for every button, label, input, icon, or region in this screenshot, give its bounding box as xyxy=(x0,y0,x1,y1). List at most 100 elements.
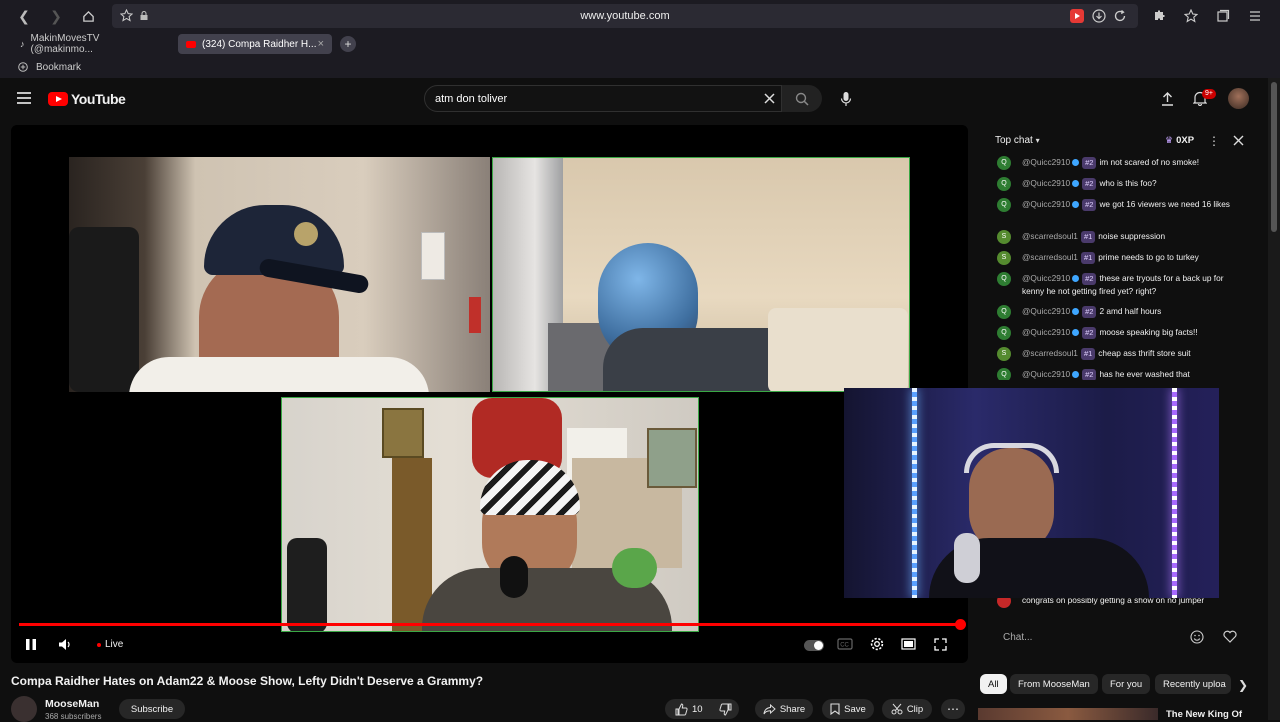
chat-message-body: @Quicc2910 #2 these are tryouts for a back… xyxy=(1022,272,1247,297)
chat-message-body: @Quicc2910 #2 has he ever washed that xyxy=(1022,368,1247,380)
search-icon xyxy=(795,92,809,106)
home-icon[interactable] xyxy=(76,4,100,28)
heart-icon[interactable] xyxy=(1223,630,1237,643)
chat-message-text: we got 16 viewers we need 16 likes xyxy=(1099,199,1230,209)
miniplayer-icon[interactable] xyxy=(901,638,916,650)
chat-author[interactable]: @Quicc2910 xyxy=(1022,178,1070,188)
chat-author[interactable]: @scarredsoul1 xyxy=(1022,231,1078,241)
autoplay-toggle[interactable] xyxy=(804,640,824,651)
webcam-feed-guest-2 xyxy=(492,157,910,392)
bookmark-label[interactable]: Bookmark xyxy=(36,62,81,73)
channel-avatar[interactable] xyxy=(11,696,37,722)
back-icon[interactable]: ❮ xyxy=(12,4,36,28)
recommended-thumbnail[interactable] xyxy=(978,708,1158,720)
add-bookmark-icon[interactable] xyxy=(18,62,28,72)
new-tab-icon[interactable]: + xyxy=(340,36,356,52)
chat-message[interactable]: S @scarredsoul1 #1 noise suppression xyxy=(997,230,1247,244)
more-actions-icon[interactable]: ⋯ xyxy=(941,699,965,719)
wall-paper-shape xyxy=(421,232,445,280)
tab-makinmoves[interactable]: ♪ MakinMovesTV (@makinmo... xyxy=(12,33,172,55)
emoji-icon[interactable] xyxy=(1190,630,1204,644)
close-tab-icon[interactable]: × xyxy=(318,38,324,50)
reload-icon[interactable] xyxy=(1113,9,1127,23)
progress-bar[interactable] xyxy=(19,623,961,626)
page-scrollbar[interactable] xyxy=(1268,78,1280,720)
chat-avatar: Q xyxy=(997,272,1011,286)
upload-icon[interactable] xyxy=(1161,91,1174,106)
verified-icon xyxy=(1072,275,1080,283)
chip-recently-uploaded[interactable]: Recently uploa xyxy=(1155,674,1231,694)
recommended-title[interactable]: The New King Of xyxy=(1166,709,1242,720)
video-player[interactable]: Live CC xyxy=(11,125,968,663)
chevron-right-icon[interactable]: ❯ xyxy=(1238,678,1248,692)
chat-author[interactable]: @Quicc2910 xyxy=(1022,273,1070,283)
address-bar[interactable]: www.youtube.com xyxy=(112,4,1138,28)
thumbs-up-icon[interactable] xyxy=(675,702,688,716)
progress-scrubber[interactable] xyxy=(955,619,966,630)
clip-button[interactable]: Clip xyxy=(882,699,932,719)
favorites-icon[interactable] xyxy=(1184,9,1198,23)
streamer-webcam-overlay xyxy=(844,388,1219,598)
chat-message[interactable]: Q @Quicc2910 #2 who is this foo? xyxy=(997,177,1247,191)
captions-icon[interactable]: CC xyxy=(837,638,853,650)
rank-badge: #2 xyxy=(1082,199,1097,211)
chip-all[interactable]: All xyxy=(980,674,1007,694)
share-button[interactable]: Share xyxy=(755,699,813,719)
pause-icon[interactable] xyxy=(25,638,37,651)
chat-author[interactable]: @Quicc2910 xyxy=(1022,199,1070,209)
chat-message[interactable]: Q @Quicc2910 #2 moose speaking big facts!! xyxy=(997,326,1247,340)
chat-message[interactable]: Q @Quicc2910 #2 2 amd half hours xyxy=(997,305,1247,319)
chat-author[interactable]: @Quicc2910 xyxy=(1022,306,1070,316)
top-chat-dropdown[interactable]: Top chat ▾ xyxy=(995,135,1040,146)
chat-author[interactable]: @scarredsoul1 xyxy=(1022,348,1078,358)
channel-name[interactable]: MooseMan xyxy=(45,698,99,710)
close-chat-icon[interactable] xyxy=(1233,135,1244,146)
chat-author[interactable]: @scarredsoul1 xyxy=(1022,252,1078,262)
more-vertical-icon[interactable]: ⋮ xyxy=(1208,134,1220,148)
chat-message[interactable]: Q @Quicc2910 #2 we got 16 viewers we need 1… xyxy=(997,198,1247,212)
chat-author[interactable]: @Quicc2910 xyxy=(1022,327,1070,337)
extensions-icon[interactable] xyxy=(1152,9,1166,23)
hamburger-icon[interactable] xyxy=(17,92,31,104)
rank-badge: #2 xyxy=(1082,273,1097,285)
chat-message[interactable]: Q @Quicc2910 #2 im not scared of no smoke! xyxy=(997,156,1247,170)
chat-input[interactable]: Chat... xyxy=(983,623,1255,651)
xp-counter[interactable]: ♛ 0XP xyxy=(1165,135,1194,146)
avatar[interactable] xyxy=(1228,88,1249,109)
chip-from-channel[interactable]: From MooseMan xyxy=(1010,674,1098,694)
like-count: 10 xyxy=(692,703,703,715)
youtube-logo[interactable]: YouTube xyxy=(48,91,126,107)
chat-message-text: im not scared of no smoke! xyxy=(1099,157,1200,167)
chat-message-body: @scarredsoul1 #1 noise suppression xyxy=(1022,230,1247,243)
youtube-logo-icon xyxy=(48,92,68,106)
subscribe-button[interactable]: Subscribe xyxy=(119,699,185,719)
forward-icon[interactable]: ❯ xyxy=(44,4,68,28)
download-icon[interactable] xyxy=(1092,9,1106,23)
search-button[interactable] xyxy=(782,85,822,112)
menu-icon[interactable] xyxy=(1248,9,1262,23)
chat-message[interactable]: Q @Quicc2910 #2 these are tryouts for a bac… xyxy=(997,272,1247,297)
chat-message[interactable]: S @scarredsoul1 #1 prime needs to go to tur… xyxy=(997,251,1247,265)
tab-youtube-video[interactable]: (324) Compa Raidher H... × xyxy=(178,34,332,54)
fullscreen-icon[interactable] xyxy=(934,638,947,651)
chat-message[interactable]: S @scarredsoul1 #1 cheap ass thrift store s… xyxy=(997,347,1247,361)
crown-icon: ♛ xyxy=(1165,135,1174,145)
chat-author[interactable]: @Quicc2910 xyxy=(1022,369,1070,379)
svg-text:CC: CC xyxy=(840,643,849,649)
live-indicator[interactable]: Live xyxy=(97,639,123,650)
collections-icon[interactable] xyxy=(1216,9,1230,23)
chat-author[interactable]: @Quicc2910 xyxy=(1022,157,1070,167)
thumbs-down-icon[interactable] xyxy=(718,703,732,716)
verified-icon xyxy=(1072,180,1080,188)
clear-search-icon[interactable] xyxy=(764,93,775,104)
scrollbar-thumb[interactable] xyxy=(1271,82,1277,232)
share-icon xyxy=(763,703,776,715)
save-button[interactable]: Save xyxy=(822,699,874,719)
youtube-extension-icon[interactable] xyxy=(1070,9,1084,23)
chat-message[interactable]: Q @Quicc2910 #2 has he ever washed that xyxy=(997,368,1247,380)
microphone-icon[interactable] xyxy=(840,91,852,107)
search-input[interactable]: atm don toliver xyxy=(424,85,782,112)
settings-gear-icon[interactable] xyxy=(870,637,884,651)
chip-for-you[interactable]: For you xyxy=(1102,674,1151,694)
volume-icon[interactable] xyxy=(58,638,72,651)
